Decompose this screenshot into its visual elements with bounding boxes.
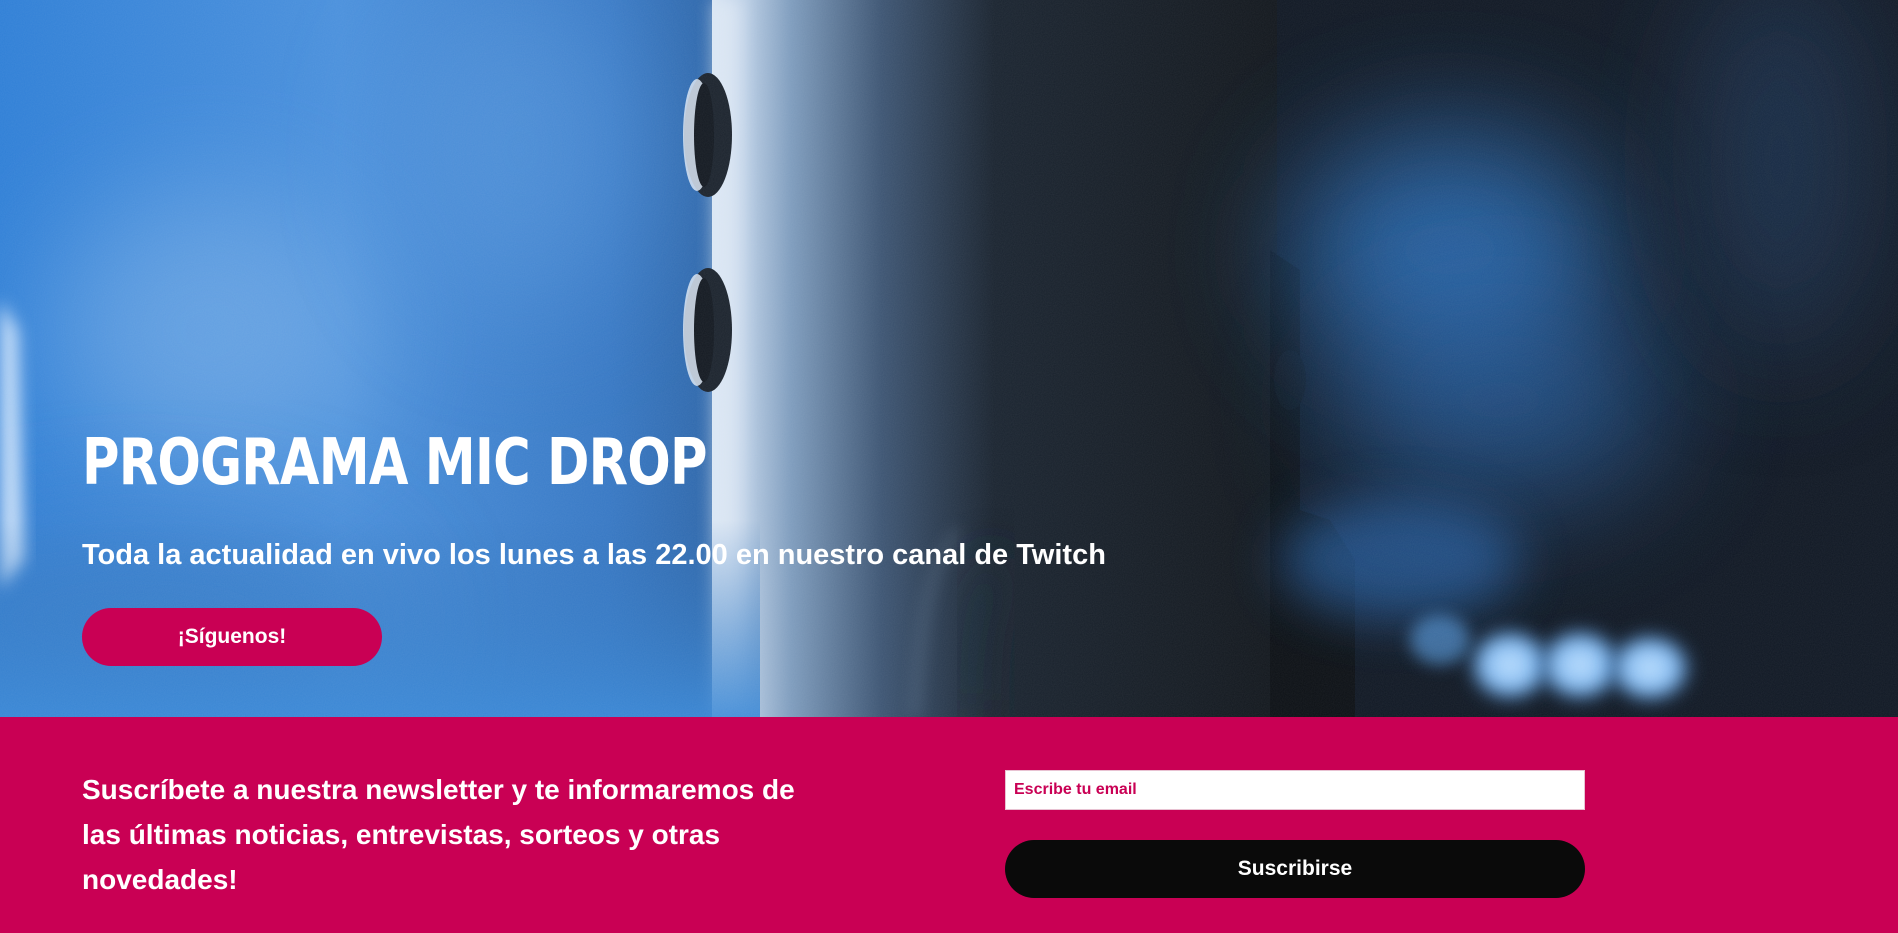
hero-section: PROGRAMA MIC DROP Toda la actualidad en … [0, 0, 1898, 717]
hero-subtitle: Toda la actualidad en vivo los lunes a l… [82, 539, 1106, 571]
newsletter-section: Suscríbete a nuestra newsletter y te inf… [0, 717, 1898, 933]
follow-button[interactable]: ¡Síguenos! [82, 608, 382, 666]
page: PROGRAMA MIC DROP Toda la actualidad en … [0, 0, 1898, 933]
newsletter-description: Suscríbete a nuestra newsletter y te inf… [82, 774, 795, 895]
email-field[interactable] [1005, 770, 1585, 810]
hero-title: PROGRAMA MIC DROP [82, 426, 708, 500]
subscribe-button[interactable]: Suscribirse [1005, 840, 1585, 898]
